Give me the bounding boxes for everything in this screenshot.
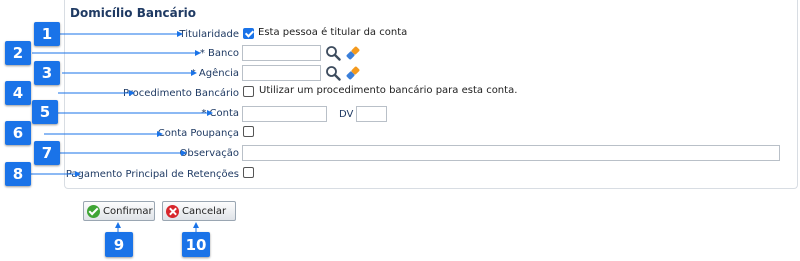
callout-badge-10: 10 [182,232,210,257]
search-icon[interactable] [325,65,341,81]
titularidade-checkbox[interactable] [243,28,254,39]
conta-input[interactable] [242,106,327,122]
callout-badge-5: 5 [32,100,58,124]
conta-label: * Conta [201,108,239,119]
x-circle-icon [166,204,179,218]
confirm-button-label: Confirmar [103,205,153,217]
eraser-icon[interactable] [345,45,361,61]
check-circle-icon [87,204,100,218]
procedimento-label: Procedimento Bancário [122,88,239,99]
confirm-button[interactable]: Confirmar [83,201,155,221]
search-icon[interactable] [325,45,341,61]
dv-label: DV [339,109,354,120]
poupanca-label: Conta Poupança [157,128,239,139]
agencia-label: * Agência [190,68,239,79]
callout-badge-3: 3 [34,61,60,85]
banco-input[interactable] [242,45,321,61]
banco-label: * Banco [199,48,239,59]
procedimento-checkbox[interactable] [243,86,254,97]
callout-badge-7: 7 [34,141,60,165]
callout-badge-4: 4 [5,81,31,105]
poupanca-checkbox[interactable] [243,126,254,137]
retencoes-checkbox[interactable] [243,167,254,178]
callout-badge-6: 6 [5,121,31,145]
eraser-icon[interactable] [345,65,361,81]
callout-badge-1: 1 [34,22,60,46]
callout-badge-2: 2 [5,41,31,65]
callout-badge-9: 9 [105,232,133,257]
procedimento-checkbox-text: Utilizar um procedimento bancário para e… [259,85,518,96]
titularidade-checkbox-text: Esta pessoa é titular da conta [258,27,408,38]
cancel-button-label: Cancelar [182,205,227,217]
retencoes-label: Pagamento Principal de Retenções [65,169,239,180]
dv-input[interactable] [356,106,387,122]
panel-title: Domicílio Bancário [70,6,196,20]
observacao-input[interactable] [242,145,780,161]
callout-badge-8: 8 [5,162,31,186]
titularidade-label: Titularidade [179,29,239,40]
observacao-label: Observação [179,148,239,159]
cancel-button[interactable]: Cancelar [162,201,236,221]
agencia-input[interactable] [242,65,321,81]
